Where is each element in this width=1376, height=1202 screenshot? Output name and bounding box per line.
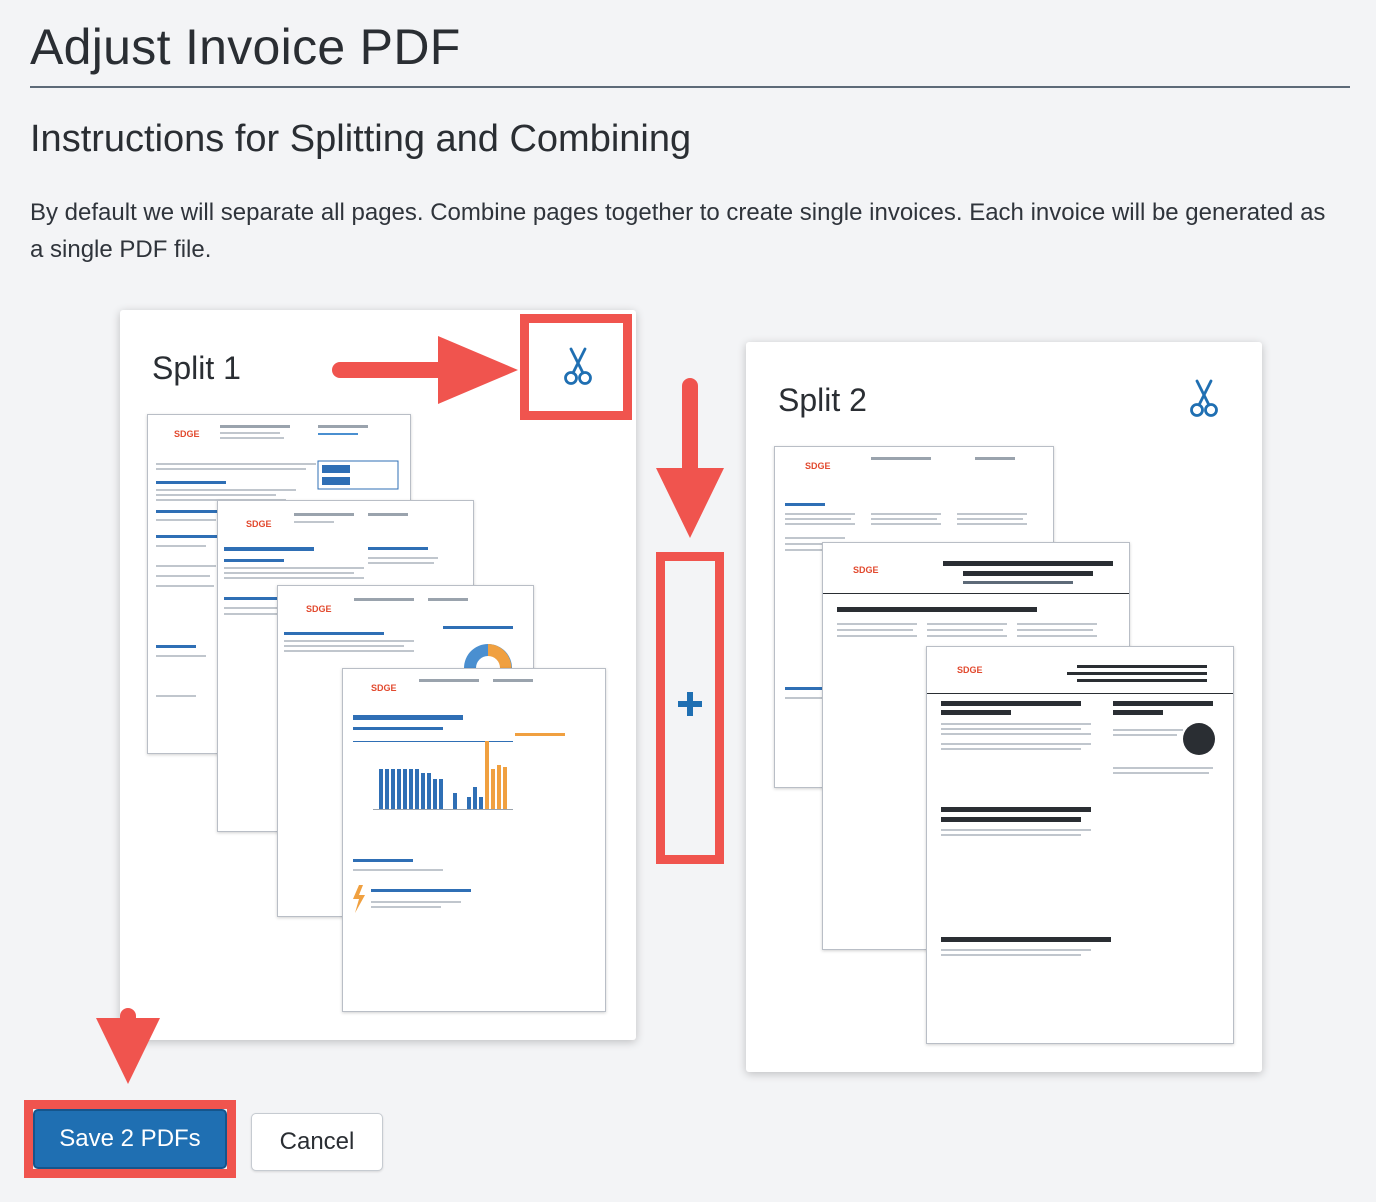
annotation-box-combine — [656, 552, 724, 864]
svg-text:SDGE: SDGE — [174, 429, 200, 439]
section-title: Instructions for Splitting and Combining — [30, 118, 692, 160]
svg-text:SDGE: SDGE — [246, 519, 272, 529]
scissors-icon[interactable] — [1189, 379, 1219, 419]
page-thumbnail-4: SDGE — [342, 668, 606, 1012]
split-card-2: Split 2 SDGE SDGE SDGE — [746, 342, 1262, 1072]
svg-text:SDGE: SDGE — [805, 461, 831, 471]
svg-text:SDGE: SDGE — [306, 604, 332, 614]
split-2-title: Split 2 — [778, 382, 867, 418]
svg-text:SDGE: SDGE — [957, 665, 983, 675]
page-thumbnail-7: SDGE — [926, 646, 1234, 1044]
annotation-box-scissors — [520, 314, 632, 420]
title-divider — [30, 86, 1350, 88]
svg-text:SDGE: SDGE — [371, 683, 397, 693]
instructions-text: By default we will separate all pages. C… — [30, 199, 1326, 263]
save-pdfs-button[interactable]: Save 2 PDFs — [33, 1109, 227, 1169]
arrow-down-to-combine — [656, 378, 724, 538]
page-title: Adjust Invoice PDF — [30, 19, 461, 75]
split-1-title: Split 1 — [152, 350, 241, 386]
svg-text:SDGE: SDGE — [853, 565, 879, 575]
cancel-button[interactable]: Cancel — [251, 1113, 383, 1171]
